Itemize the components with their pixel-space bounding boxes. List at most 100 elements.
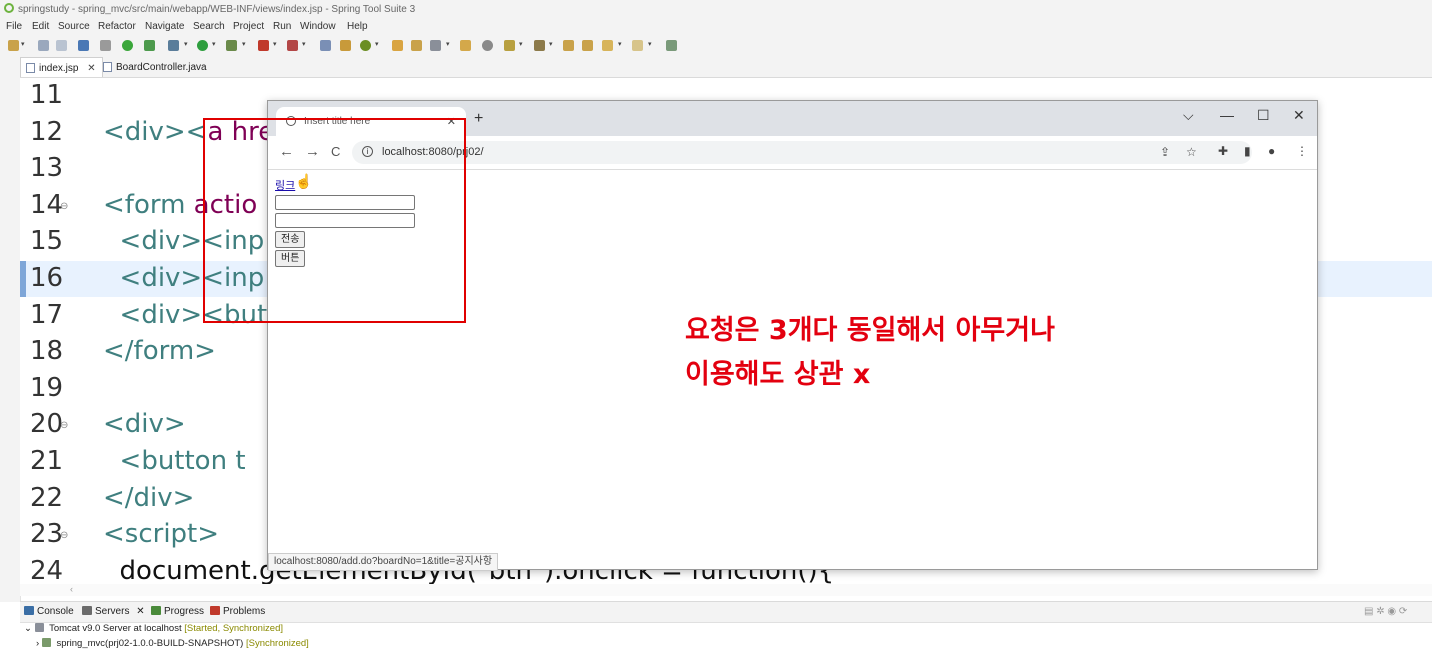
code-token: <form <box>103 189 194 220</box>
fold-toggle-icon[interactable]: ⊖ <box>60 420 68 431</box>
new-server-icon[interactable] <box>320 40 331 51</box>
address-bar[interactable]: i localhost:8080/prj02/ ⇪ ☆ <box>352 141 1252 164</box>
menu-window[interactable]: Window <box>300 21 336 32</box>
new-icon[interactable] <box>8 40 19 51</box>
main-toolbar: ▾ ▾ ▾ ▾ ▾ ▾ ▾ ▾ ▾ ▾ ▾ ▾ <box>0 35 1432 58</box>
forward-icon[interactable] <box>632 40 643 51</box>
debug-icon[interactable] <box>168 40 179 51</box>
start-server-icon[interactable] <box>122 40 133 51</box>
server-status: [Started, Synchronized] <box>184 623 284 634</box>
side-panel-icon[interactable]: ▮ <box>1244 144 1251 158</box>
code-text: </form> <box>103 336 216 366</box>
open-task-icon[interactable] <box>411 40 422 51</box>
line-number: 24 <box>30 555 64 586</box>
share-icon[interactable]: ⇪ <box>1160 145 1170 159</box>
next-annotation-icon[interactable] <box>504 40 515 51</box>
menu-search[interactable]: Search <box>193 21 225 32</box>
expand-icon[interactable]: ⌄ <box>24 623 32 634</box>
fold-toggle-icon[interactable]: ⊖ <box>60 530 68 541</box>
menu-project[interactable]: Project <box>233 21 264 32</box>
tab-board-controller[interactable]: BoardController.java <box>98 57 213 77</box>
code-token: </form> <box>103 336 216 367</box>
fold-toggle-icon[interactable]: ⊖ <box>60 201 68 212</box>
ide-title-bar: springstudy - spring_mvc/src/main/webapp… <box>0 0 1432 18</box>
new-tab-button[interactable]: + <box>474 110 483 128</box>
menu-file[interactable]: File <box>6 21 22 32</box>
maximize-icon[interactable] <box>666 40 677 51</box>
tab-problems[interactable]: Problems <box>210 606 265 617</box>
view-menu-icon[interactable]: ▤ ✲ ◉ ⟳ <box>1364 606 1407 617</box>
minimize-button[interactable]: — <box>1220 107 1234 123</box>
tab-servers-label: Servers <box>95 606 130 617</box>
module-icon <box>41 638 51 647</box>
save-icon[interactable] <box>38 40 49 51</box>
coverage-icon[interactable] <box>226 40 237 51</box>
close-window-button[interactable]: ✕ <box>1293 107 1305 124</box>
problems-icon <box>210 606 220 615</box>
kebab-menu-icon[interactable]: ⋮ <box>1296 144 1308 158</box>
scroll-left-icon[interactable]: ‹ <box>70 584 73 594</box>
tab-console[interactable]: Console <box>24 606 74 617</box>
extensions-icon[interactable]: ✚ <box>1218 144 1228 158</box>
line-number: 15 <box>30 226 64 257</box>
menu-edit[interactable]: Edit <box>32 21 49 32</box>
code-token: </div> <box>103 482 195 513</box>
menu-refactor[interactable]: Refactor <box>98 21 136 32</box>
spring-tool-suite-logo-icon <box>4 3 14 13</box>
java-file-icon <box>103 62 112 72</box>
editor-horizontal-scrollbar[interactable]: ‹ <box>20 584 1432 596</box>
code-text: <div> <box>103 409 186 439</box>
console-icon <box>24 606 34 615</box>
new-class-icon[interactable] <box>360 40 371 51</box>
bottom-panel-tabs: Console Servers ✕ Progress Problems ▤ ✲ … <box>20 601 1432 623</box>
bookmark-star-icon[interactable]: ☆ <box>1186 145 1197 159</box>
menu-navigate[interactable]: Navigate <box>145 21 184 32</box>
server-name: Tomcat v9.0 Server at localhost <box>49 623 182 634</box>
menu-run[interactable]: Run <box>273 21 291 32</box>
line-number: 12 <box>30 116 64 147</box>
back-icon[interactable] <box>602 40 613 51</box>
line-number: 17 <box>30 299 64 330</box>
save-all-icon[interactable] <box>56 40 67 51</box>
search-icon[interactable] <box>430 40 441 51</box>
external-tools-icon[interactable] <box>287 40 298 51</box>
previous-annotation-icon[interactable] <box>534 40 545 51</box>
tab-index-jsp-label: index.jsp <box>39 63 79 74</box>
link-status-bubble: localhost:8080/add.do?boardNo=1&title=공지… <box>268 553 499 571</box>
refresh-icon[interactable] <box>144 40 155 51</box>
menu-help[interactable]: Help <box>347 21 368 32</box>
terminal-icon[interactable] <box>78 40 89 51</box>
module-row[interactable]: › spring_mvc(prj02-1.0.0-BUILD-SNAPSHOT)… <box>36 638 309 649</box>
module-status: [Synchronized] <box>245 638 309 649</box>
line-number: 11 <box>30 80 64 110</box>
line-number: 13 <box>30 153 64 184</box>
pin-icon[interactable] <box>582 40 593 51</box>
close-icon[interactable]: ✕ <box>136 606 144 617</box>
skip-breakpoints-icon[interactable] <box>100 40 111 51</box>
last-edit-icon[interactable] <box>563 40 574 51</box>
tab-search-icon[interactable]: ⌵ <box>1183 107 1194 124</box>
editor-tab-bar: index.jsp ✕ BoardController.java <box>20 57 1432 78</box>
tab-progress[interactable]: Progress <box>151 606 204 617</box>
tab-servers[interactable]: Servers ✕ <box>82 606 145 617</box>
open-type-icon[interactable] <box>392 40 403 51</box>
maximize-button[interactable]: ☐ <box>1257 107 1270 124</box>
line-number: 14 <box>30 189 64 220</box>
tab-console-label: Console <box>37 606 74 617</box>
stop-icon[interactable] <box>258 40 269 51</box>
annotation-line-1: 요청은 3개다 동일해서 아무거나 <box>685 315 1055 346</box>
globe-icon[interactable] <box>482 40 493 51</box>
profile-avatar-icon[interactable]: ● <box>1268 144 1275 158</box>
jsp-file-icon <box>26 63 35 73</box>
open-perspective-icon[interactable] <box>460 40 471 51</box>
run-icon[interactable] <box>197 40 208 51</box>
tab-progress-label: Progress <box>164 606 205 617</box>
menu-source[interactable]: Source <box>58 21 90 32</box>
tab-index-jsp[interactable]: index.jsp ✕ <box>20 57 103 77</box>
new-package-icon[interactable] <box>340 40 351 51</box>
server-row[interactable]: ⌄ Tomcat v9.0 Server at localhost [Start… <box>24 623 283 634</box>
line-number: 22 <box>30 482 64 513</box>
chevron-right-icon[interactable]: › <box>36 638 39 649</box>
window-title: springstudy - spring_mvc/src/main/webapp… <box>18 4 416 15</box>
close-icon[interactable]: ✕ <box>87 63 95 74</box>
